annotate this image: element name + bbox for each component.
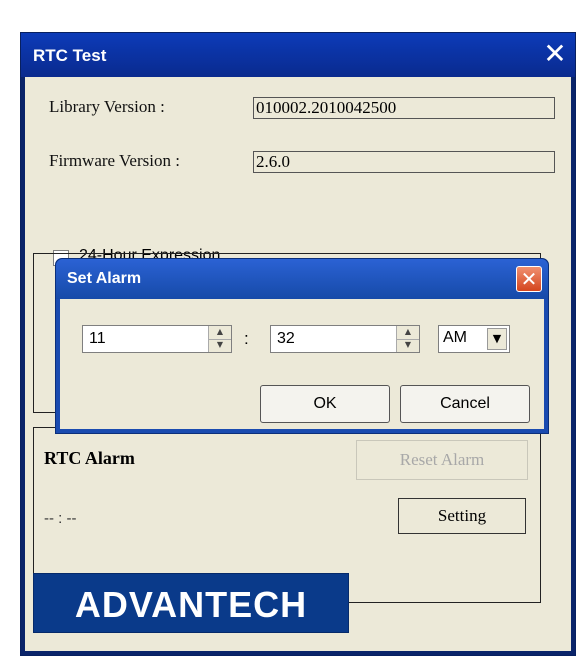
library-version-label: Library Version : [49, 97, 165, 116]
library-version-field: 010002.2010042500 [253, 97, 555, 119]
minute-spin-buttons[interactable]: ▲ ▼ [396, 326, 419, 352]
firmware-version-label: Firmware Version : [49, 151, 180, 170]
ok-button[interactable]: OK [260, 385, 390, 423]
reset-alarm-button[interactable]: Reset Alarm [356, 440, 528, 480]
spin-up-icon[interactable]: ▲ [209, 326, 231, 340]
setting-button[interactable]: Setting [398, 498, 526, 534]
rtc-alarm-title: RTC Alarm [44, 448, 135, 468]
minute-spinner[interactable]: 32 ▲ ▼ [270, 325, 420, 353]
hour-value[interactable]: 11 [89, 330, 106, 348]
dropdown-arrow-icon[interactable]: ▼ [487, 328, 507, 350]
spin-down-icon[interactable]: ▼ [397, 339, 419, 352]
close-icon[interactable]: ✕ [516, 266, 542, 292]
set-alarm-dialog: Set Alarm ✕ 11 ▲ ▼ : 32 ▲ ▼ AM ▼ OK Canc… [55, 258, 549, 434]
ampm-select[interactable]: AM ▼ [438, 325, 510, 353]
advantech-logo: ADVANTECH [33, 573, 349, 633]
hour-spinner[interactable]: 11 ▲ ▼ [82, 325, 232, 353]
hour-spin-buttons[interactable]: ▲ ▼ [208, 326, 231, 352]
alarm-time-text: -- : -- [44, 510, 77, 527]
spin-down-icon[interactable]: ▼ [209, 339, 231, 352]
ampm-value[interactable]: AM [443, 329, 467, 347]
logo-text: ADVANTECH [74, 584, 308, 625]
spin-up-icon[interactable]: ▲ [397, 326, 419, 340]
time-separator: : [244, 329, 249, 348]
dialog-title: Set Alarm [67, 270, 142, 287]
firmware-version-field: 2.6.0 [253, 151, 555, 173]
window-titlebar[interactable]: RTC Test ✕ [21, 33, 575, 77]
close-icon[interactable]: ✕ [539, 39, 571, 71]
cancel-button[interactable]: Cancel [400, 385, 530, 423]
minute-value[interactable]: 32 [277, 330, 295, 348]
dialog-titlebar[interactable]: Set Alarm ✕ [56, 259, 548, 299]
dialog-body: 11 ▲ ▼ : 32 ▲ ▼ AM ▼ OK Cancel [60, 299, 544, 429]
window-title: RTC Test [33, 46, 107, 65]
